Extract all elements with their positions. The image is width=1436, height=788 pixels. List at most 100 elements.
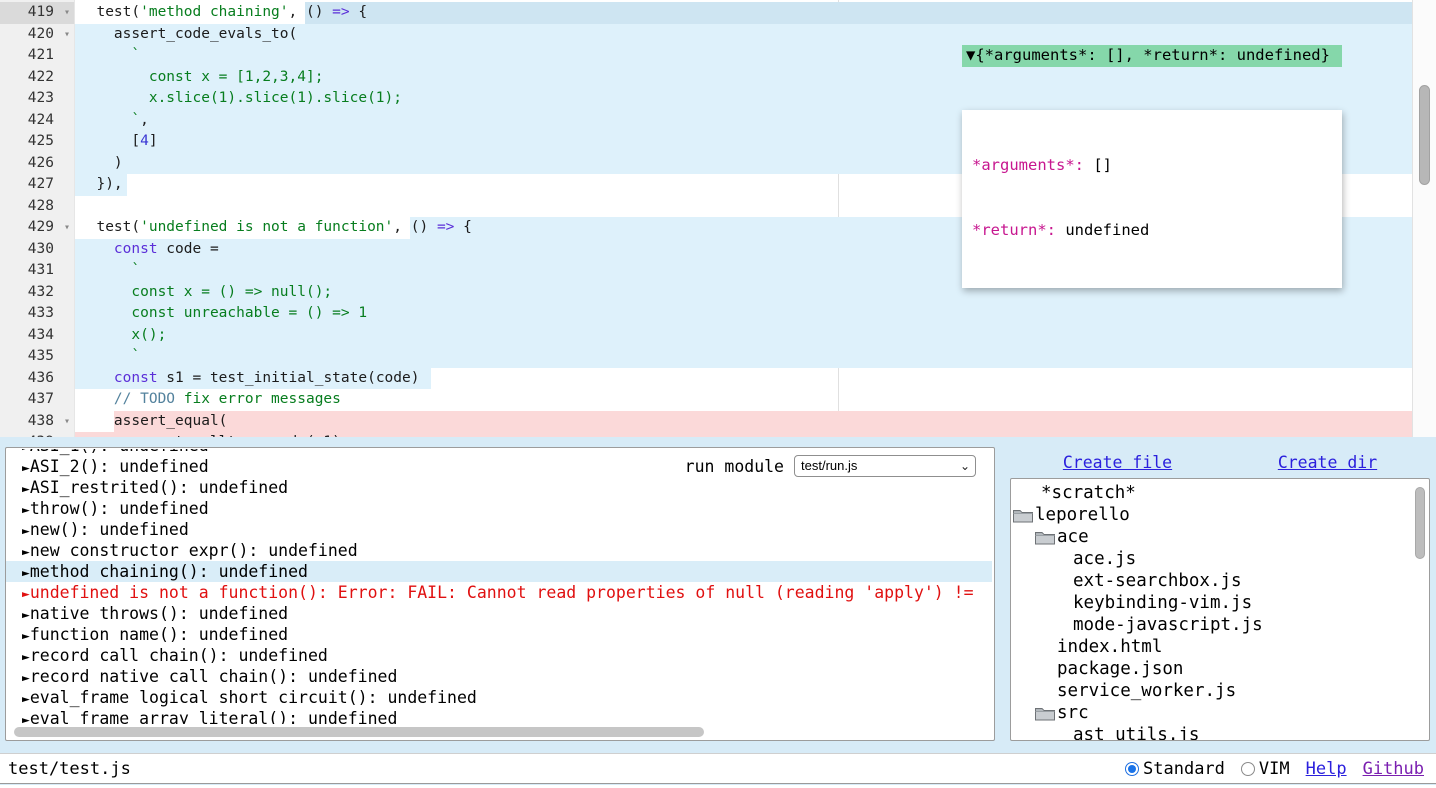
result-item[interactable]: ►throw(): undefined <box>6 498 992 519</box>
line-number: 426 <box>28 155 54 171</box>
inspector-row[interactable]: *return*: undefined <box>972 220 1342 242</box>
current-file-path: test/test.js <box>0 759 1125 779</box>
result-item-text: undefined is not a function(): Error: FA… <box>30 583 974 602</box>
create-file-link[interactable]: Create file <box>1063 453 1172 472</box>
code-line[interactable]: ` <box>0 346 1436 368</box>
code-line[interactable]: const s1 = test_initial_state(code) <box>0 368 1436 390</box>
status-bar-controls: Standard VIM Help Github <box>1125 759 1436 779</box>
tree-item[interactable]: ast_utils.js <box>1011 724 1429 741</box>
tree-item[interactable]: package.json <box>1011 658 1429 680</box>
radio-vim[interactable] <box>1241 762 1255 776</box>
token: ) <box>79 155 123 171</box>
gutter-line: 419▾ <box>0 2 74 24</box>
editor-scrollbar[interactable] <box>1412 0 1436 437</box>
file-tree: *scratch*leporelloaceace.jsext-searchbox… <box>1010 478 1430 741</box>
expand-arrow-icon[interactable]: ► <box>22 629 30 644</box>
tree-item[interactable]: keybinding-vim.js <box>1011 592 1429 614</box>
expand-arrow-icon[interactable]: ► <box>22 524 30 539</box>
result-item[interactable]: ►ASI_restrited(): undefined <box>6 477 992 498</box>
token: test( <box>79 219 140 235</box>
fold-arrow-icon[interactable]: ▾ <box>64 24 70 46</box>
github-link[interactable]: Github <box>1363 759 1424 779</box>
inspector-key: *arguments*: <box>972 156 1084 174</box>
file-tree-scrollbar-thumb[interactable] <box>1415 487 1425 559</box>
expand-arrow-icon[interactable]: ► <box>22 671 30 686</box>
result-item-text: eval_frame array_literal(): undefined <box>30 709 398 724</box>
expand-arrow-icon[interactable]: ► <box>22 713 30 724</box>
code-line[interactable]: assert_calltree_node(s1) <box>0 432 1436 437</box>
gutter-line: 425 <box>0 131 74 153</box>
line-number: 420 <box>28 26 54 42</box>
expand-arrow-icon[interactable]: ► <box>22 587 30 602</box>
expand-arrow-icon[interactable]: ► <box>22 449 30 455</box>
tree-item[interactable]: src <box>1011 702 1429 724</box>
code-line[interactable]: assert_equal( <box>0 411 1436 433</box>
token: s1 = test_initial_state(code) <box>158 370 420 386</box>
result-item[interactable]: ►native throws(): undefined <box>6 603 992 624</box>
line-number: 439 <box>28 434 54 437</box>
inspector-value: [] <box>1084 156 1112 174</box>
result-item[interactable]: ►function name(): undefined <box>6 624 992 645</box>
gutter-line: 420 ▾ <box>0 24 74 46</box>
expand-arrow-icon[interactable]: ► <box>22 482 30 497</box>
fold-arrow-icon[interactable]: ▾ <box>64 217 70 239</box>
tree-item-label: service_worker.js <box>1057 680 1236 702</box>
test-results-panel: ►ASI_1(): undefined►ASI_2(): undefined►A… <box>5 447 995 741</box>
result-item[interactable]: ►new constructor expr(): undefined <box>6 540 992 561</box>
line-number: 425 <box>28 133 54 149</box>
expand-arrow-icon[interactable]: ► <box>22 545 30 560</box>
radio-standard[interactable] <box>1125 762 1139 776</box>
run-module-select[interactable]: test/run.js ⌄ <box>794 455 976 477</box>
expand-arrow-icon[interactable]: ► <box>22 503 30 518</box>
inspector-header[interactable]: ▼{*arguments*: [], *return*: undefined} <box>962 45 1342 67</box>
fold-arrow-icon[interactable]: ▾ <box>64 411 70 433</box>
tree-item[interactable]: mode-javascript.js <box>1011 614 1429 636</box>
tree-item[interactable]: service_worker.js <box>1011 680 1429 702</box>
line-number: 430 <box>28 241 54 257</box>
result-item-text: new(): undefined <box>30 520 189 539</box>
expand-arrow-icon[interactable]: ► <box>22 566 30 581</box>
result-item-text: eval_frame logical short circuit(): unde… <box>30 688 477 707</box>
expand-arrow-icon[interactable]: ► <box>22 608 30 623</box>
result-item[interactable]: ►eval_frame logical short circuit(): und… <box>6 687 992 708</box>
keybinding-standard-option[interactable]: Standard <box>1125 759 1225 779</box>
execution-highlight <box>114 411 1412 433</box>
result-item-text: record call chain(): undefined <box>30 646 328 665</box>
result-item[interactable]: ►eval_frame array_literal(): undefined <box>6 708 992 724</box>
result-item[interactable]: ►undefined is not a function(): Error: F… <box>6 582 992 603</box>
result-item[interactable]: ►new(): undefined <box>6 519 992 540</box>
editor-scrollbar-thumb[interactable] <box>1419 85 1430 185</box>
gutter-line: 433 <box>0 303 74 325</box>
result-item-text: ASI_1(): undefined <box>30 449 209 455</box>
result-item-text: record native call chain(): undefined <box>30 667 398 686</box>
token: assert_code_evals_to( <box>79 26 297 42</box>
code-line[interactable]: // TODO fix error messages <box>0 389 1436 411</box>
gutter-line: 429▾ <box>0 217 74 239</box>
fold-arrow-icon[interactable]: ▾ <box>64 2 70 24</box>
line-number: 437 <box>28 391 54 407</box>
status-bar: test/test.js Standard VIM Help Github <box>0 753 1436 784</box>
tree-item[interactable]: index.html <box>1011 636 1429 658</box>
token: => <box>437 219 454 235</box>
inspector-row[interactable]: *arguments*: [] <box>972 155 1342 177</box>
tree-item[interactable]: ace <box>1011 526 1429 548</box>
tree-item[interactable]: leporello <box>1011 504 1429 526</box>
result-item[interactable]: ►record native call chain(): undefined <box>6 666 992 687</box>
result-item[interactable]: ►record call chain(): undefined <box>6 645 992 666</box>
result-item[interactable]: ►method chaining(): undefined <box>6 561 992 582</box>
gutter-line: 424 <box>0 110 74 132</box>
tree-item-label: ast_utils.js <box>1073 724 1199 741</box>
results-horizontal-scrollbar-thumb[interactable] <box>14 727 704 737</box>
expand-arrow-icon[interactable]: ► <box>22 692 30 707</box>
create-dir-link[interactable]: Create dir <box>1278 453 1377 472</box>
expand-arrow-icon[interactable]: ► <box>22 461 30 476</box>
tree-item[interactable]: ext-searchbox.js <box>1011 570 1429 592</box>
token <box>79 391 114 407</box>
tree-item[interactable]: ace.js <box>1011 548 1429 570</box>
tree-item[interactable]: *scratch* <box>1011 482 1429 504</box>
help-link[interactable]: Help <box>1306 759 1347 779</box>
expand-arrow-icon[interactable]: ► <box>22 650 30 665</box>
gutter-line: 434 <box>0 325 74 347</box>
keybinding-vim-option[interactable]: VIM <box>1241 759 1290 779</box>
code-editor[interactable]: test('method chaining', () => { assert_c… <box>0 0 1436 437</box>
